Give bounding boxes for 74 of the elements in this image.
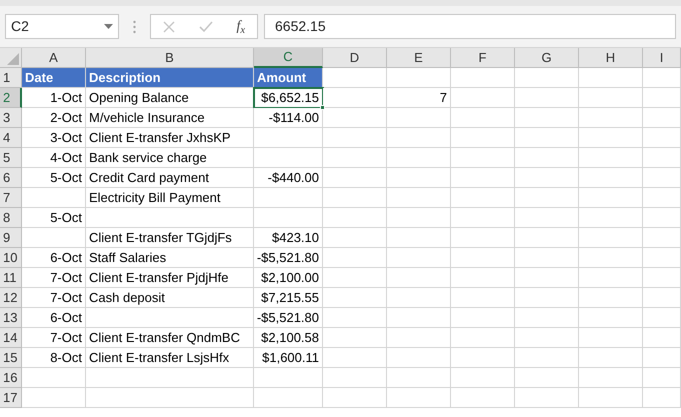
row-header[interactable]: 7 — [0, 188, 22, 208]
column-heading: Amount — [254, 68, 323, 88]
cell-reference: C2 — [11, 17, 29, 36]
row-header[interactable]: 17 — [0, 388, 22, 408]
table-cell: $1,600.11 — [254, 348, 323, 368]
column-heading: Description — [86, 68, 254, 88]
row-header[interactable]: 11 — [0, 268, 22, 288]
formula-value: 6652.15 — [275, 17, 326, 36]
table-cell: 3-Oct — [22, 128, 86, 148]
triangle-icon — [7, 53, 19, 65]
table-cell: Electricity Bill Payment — [86, 188, 254, 208]
name-box[interactable]: C2 — [5, 14, 119, 39]
table-cell: 1-Oct — [22, 88, 86, 108]
caret-icon — [104, 24, 113, 29]
row-header[interactable]: 3 — [0, 108, 22, 128]
grip-dots-icon — [133, 20, 136, 34]
column-header[interactable]: I — [643, 48, 681, 68]
table-cell: $2,100.58 — [254, 328, 323, 348]
table-cell: 7-Oct — [22, 288, 86, 308]
table-cell: -$440.00 — [254, 168, 323, 188]
row-header[interactable]: 9 — [0, 228, 22, 248]
table-cell: Client E-transfer QndmBC — [86, 328, 254, 348]
table-cell: Cash deposit — [86, 288, 254, 308]
table-cell: 7-Oct — [22, 328, 86, 348]
table-cell: 2-Oct — [22, 108, 86, 128]
fill-handle[interactable] — [320, 105, 325, 110]
row-header[interactable]: 12 — [0, 288, 22, 308]
row-header[interactable]: 5 — [0, 148, 22, 168]
column-header[interactable]: A — [22, 48, 86, 68]
row-header[interactable]: 14 — [0, 328, 22, 348]
table-cell: -$114.00 — [254, 108, 323, 128]
table-cell: 4-Oct — [22, 148, 86, 168]
row-header[interactable]: 4 — [0, 128, 22, 148]
table-cell: $423.10 — [254, 228, 323, 248]
select-all-corner[interactable] — [0, 48, 22, 68]
table-cell: Client E-transfer TGjdjFs — [86, 228, 254, 248]
column-header[interactable]: B — [86, 48, 254, 68]
table-cell: M/vehicle Insurance — [86, 108, 254, 128]
column-heading: Date — [22, 68, 86, 88]
table-cell: Bank service charge — [86, 148, 254, 168]
table-cell: Credit Card payment — [86, 168, 254, 188]
table-cell: $2,100.00 — [254, 268, 323, 288]
formula-field[interactable]: 6652.15 — [264, 14, 676, 39]
table-cell: 8-Oct — [22, 348, 86, 368]
row-header[interactable]: 8 — [0, 208, 22, 228]
column-header[interactable]: F — [451, 48, 515, 68]
column-header[interactable]: C — [254, 48, 323, 68]
table-cell: 5-Oct — [22, 168, 86, 188]
table-cell: Client E-transfer JxhsKP — [86, 128, 254, 148]
row-header[interactable]: 2 — [0, 88, 22, 108]
column-header[interactable]: D — [323, 48, 387, 68]
row-header[interactable]: 15 — [0, 348, 22, 368]
table-cell: Client E-transfer LsjsHfx — [86, 348, 254, 368]
column-header[interactable]: H — [579, 48, 643, 68]
table-cell: 7-Oct — [22, 268, 86, 288]
row-header[interactable]: 16 — [0, 368, 22, 388]
table-cell: Staff Salaries — [86, 248, 254, 268]
row-header[interactable]: 13 — [0, 308, 22, 328]
table-cell: -$5,521.80 — [254, 308, 323, 328]
table-cell: 6-Oct — [22, 248, 86, 268]
column-header[interactable]: E — [387, 48, 451, 68]
column-header[interactable]: G — [515, 48, 579, 68]
insert-function-button[interactable]: f$_{x}$ — [236, 16, 246, 37]
row-header[interactable]: 6 — [0, 168, 22, 188]
table-cell: $6,652.15 — [254, 88, 323, 108]
row-header[interactable]: 10 — [0, 248, 22, 268]
table-cell: Opening Balance — [86, 88, 254, 108]
table-cell: 5-Oct — [22, 208, 86, 228]
row-header[interactable]: 1 — [0, 68, 22, 88]
table-cell: 7 — [387, 88, 451, 108]
table-cell: 6-Oct — [22, 308, 86, 328]
table-cell: $7,215.55 — [254, 288, 323, 308]
table-cell: -$5,521.80 — [254, 248, 323, 268]
table-cell: Client E-transfer PjdjHfe — [86, 268, 254, 288]
